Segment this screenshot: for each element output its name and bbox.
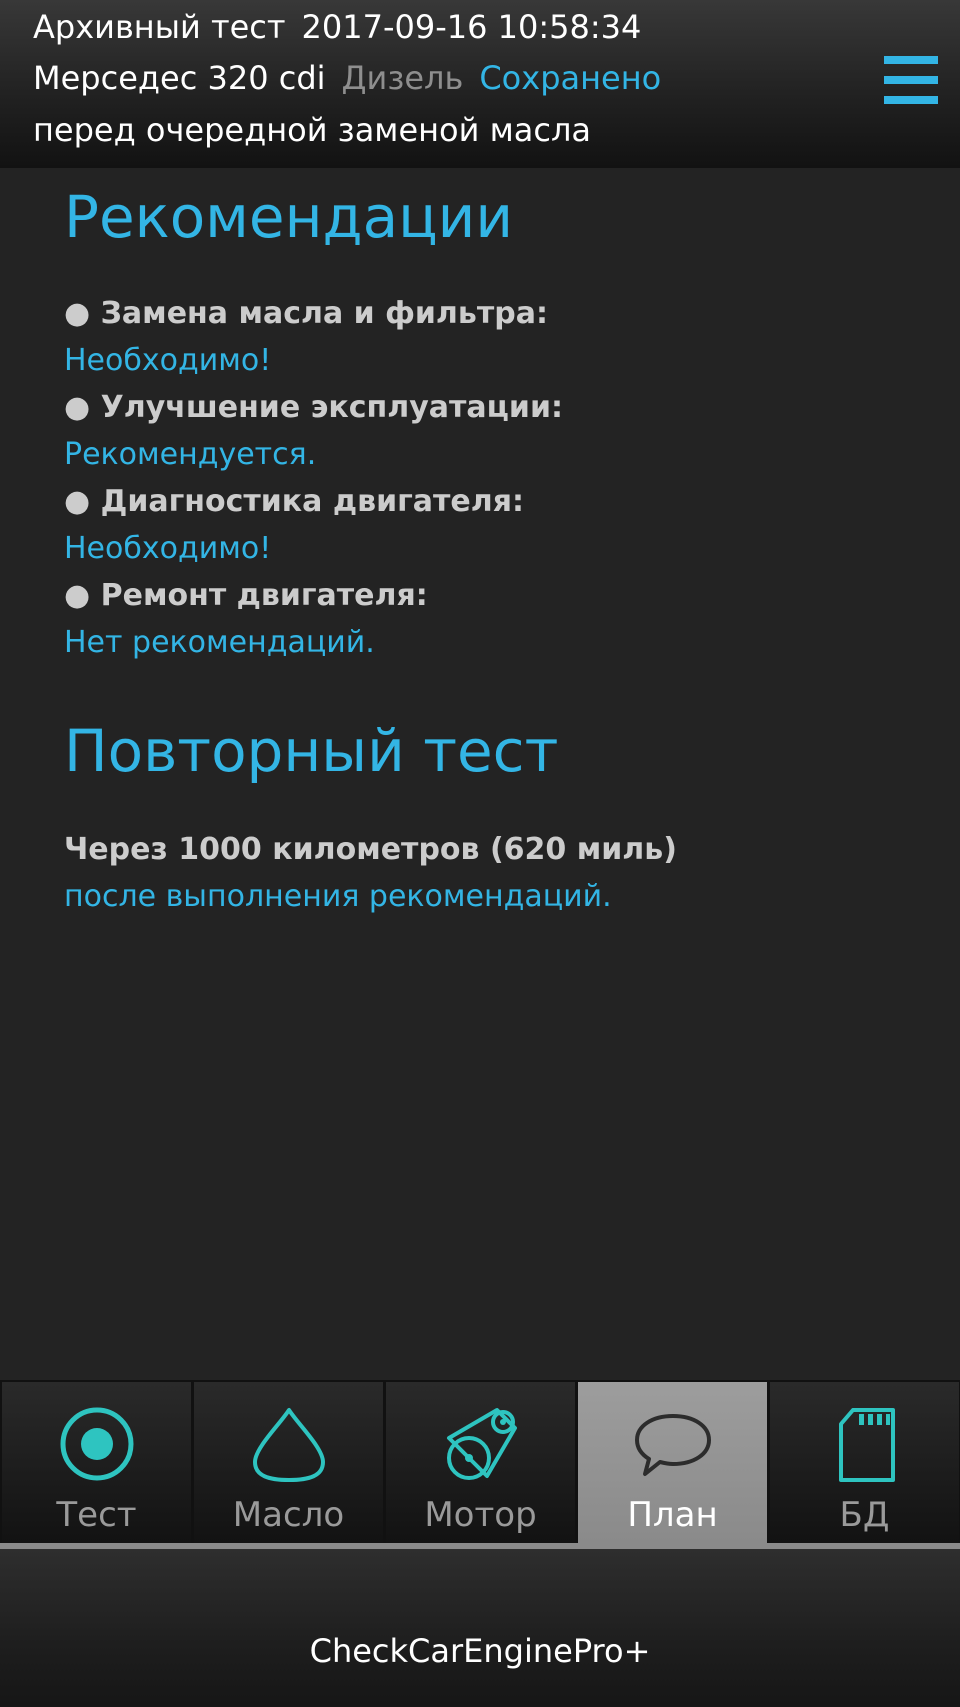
record-target-icon [60,1407,133,1481]
sd-card-icon [838,1408,895,1482]
archive-test-line: Архивный тест 2017-09-16 10:58:34 [33,7,641,47]
tab-label: БД [839,1495,890,1535]
saved-status: Сохранено [479,59,662,97]
vehicle-line: Мерседес 320 cdi Дизель Сохранено [33,58,661,98]
tab-label: План [627,1495,718,1535]
tab-label: Масло [232,1495,345,1535]
archive-label: Архивный тест [33,8,286,46]
app-name: CheckCarEnginePro+ [309,1632,651,1670]
recommendations-list: ● Замена масла и фильтра: Необходимо! ● … [64,290,924,666]
fuel-type: Дизель [341,59,464,97]
rec-item-value: Рекомендуется. [64,437,317,472]
retest-title: Повторный тест [64,717,559,785]
rec-item-value: Необходимо! [64,343,272,378]
retest-condition: Через 1000 километров (620 миль) [64,832,677,867]
tab-label: Мотор [424,1495,537,1535]
test-datetime: 2017-09-16 10:58:34 [301,8,642,46]
tab-label: Тест [56,1495,137,1535]
car-model: Мерседес 320 cdi [33,59,326,97]
test-note: перед очередной заменой масла [33,111,591,149]
rec-item-label: ● Ремонт двигателя: [64,578,428,613]
tab-db[interactable]: БД [770,1382,959,1544]
app-footer: CheckCarEnginePro+ [0,1549,960,1707]
plan-content: Рекомендации ● Замена масла и фильтра: Н… [64,168,924,920]
rec-item-value: Необходимо! [64,531,272,566]
engine-belt-icon [446,1408,517,1480]
oil-drop-icon [252,1408,325,1482]
rec-item-label: ● Замена масла и фильтра: [64,296,548,331]
tab-plan[interactable]: План [578,1382,767,1544]
tab-engine[interactable]: Мотор [386,1382,575,1544]
retest-block: Через 1000 километров (620 миль) после в… [64,826,924,920]
app-header: Архивный тест 2017-09-16 10:58:34 Мерседе… [0,0,960,168]
bottom-tab-bar: Тест Масло Мотор План БД [0,1380,960,1544]
tab-test[interactable]: Тест [2,1382,191,1544]
retest-note: после выполнения рекомендаций. [64,879,612,914]
recommendations-title: Рекомендации [64,183,514,251]
rec-item-label: ● Диагностика двигателя: [64,484,524,519]
rec-item-label: ● Улучшение эксплуатации: [64,390,563,425]
rec-item-value: Нет рекомендаций. [64,625,375,660]
hamburger-menu-icon[interactable] [884,56,938,104]
speech-bubble-icon [634,1414,711,1476]
tab-oil[interactable]: Масло [194,1382,383,1544]
